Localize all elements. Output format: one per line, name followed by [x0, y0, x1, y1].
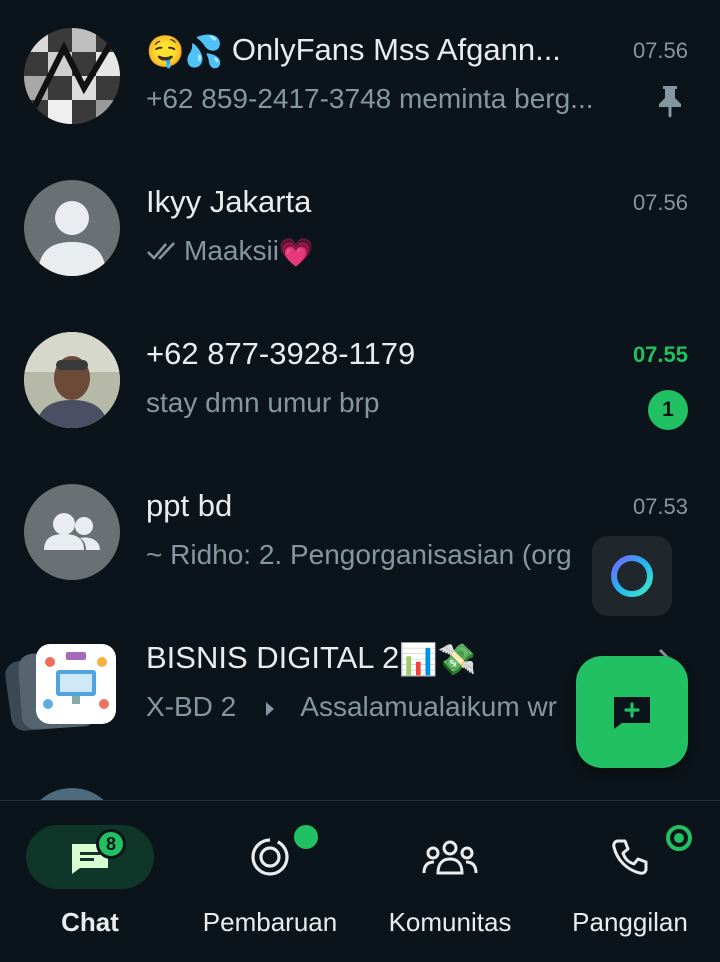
nav-icon-pill: 8 [26, 825, 154, 889]
nav-tab-communities[interactable]: Komunitas [360, 825, 540, 945]
nav-icon-pill [206, 825, 334, 889]
nav-label: Chat [61, 907, 119, 937]
community-avatar [36, 644, 116, 724]
nav-tab-updates[interactable]: Pembaruan [180, 825, 360, 945]
new-chat-icon [614, 697, 650, 729]
caret-right-icon [264, 690, 276, 728]
floating-assistant-widget[interactable] [592, 536, 672, 616]
unread-chats-badge: 8 [96, 829, 126, 859]
double-check-icon [146, 234, 180, 272]
avatar[interactable] [24, 484, 120, 580]
chat-preview: ~ Ridho: 2. Pengorganisasian (org [146, 539, 572, 570]
chat-preview: Maaksii💗 [146, 232, 626, 272]
pin-icon [656, 84, 684, 123]
nav-icon-pill [386, 825, 514, 889]
chat-row-ikyy[interactable]: Ikyy Jakarta Maaksii💗 07.56 [0, 152, 720, 304]
nav-icon-pill [566, 825, 694, 889]
chat-preview: stay dmn umur brp [146, 387, 380, 418]
nav-label: Pembaruan [202, 907, 338, 937]
community-avatar-stack[interactable] [3, 644, 118, 734]
chat-row-onlyfans[interactable]: 🤤💦 OnlyFans Mss Afgann... +62 859-2417-3… [0, 0, 720, 152]
avatar[interactable] [24, 180, 120, 276]
phone-icon [612, 839, 648, 875]
community-icon [422, 840, 478, 875]
group-icon [44, 513, 100, 550]
unread-count-badge: 1 [648, 390, 688, 430]
chat-time: 07.53 [632, 494, 688, 519]
name-emoji: 📊💸 [399, 641, 477, 677]
nav-label: Komunitas [388, 907, 512, 937]
bottom-navigation: 8 Chat Pembaruan Komunitas Panggilan [0, 801, 720, 962]
preview-emoji: 💗 [278, 236, 314, 268]
chat-name: Ikyy Jakarta [146, 184, 312, 219]
nav-label: Panggilan [572, 907, 688, 937]
chat-preview: X-BD 2 Assalamualaikum wr [146, 688, 576, 728]
chat-time: 07.56 [632, 38, 688, 63]
chat-time: 07.55 [632, 342, 688, 367]
new-updates-dot [294, 825, 318, 849]
avatar[interactable] [24, 332, 120, 428]
avatar[interactable] [24, 788, 120, 800]
chat-name: +62 877-3928-1179 [146, 336, 416, 371]
photo-avatar-image [24, 28, 120, 124]
chat-name: ppt bd [146, 488, 233, 523]
avatar[interactable] [24, 28, 120, 124]
status-icon [251, 838, 289, 876]
chat-name: BISNIS DIGITAL 2📊💸 [146, 638, 546, 680]
person-icon [38, 201, 106, 276]
nav-tab-chat[interactable]: 8 Chat [0, 825, 180, 945]
chat-preview: +62 859-2417-3748 meminta berg... [146, 83, 594, 114]
chat-name: 🤤💦 OnlyFans Mss Afgann... [146, 30, 606, 72]
photo-avatar-image [24, 332, 120, 428]
sub-group-name: X-BD 2 [146, 691, 237, 722]
chat-time: 07.56 [632, 190, 688, 215]
name-emoji: 🤤💦 [146, 33, 224, 69]
assistant-ring-icon [611, 555, 653, 597]
missed-call-dot [666, 825, 692, 851]
new-chat-button[interactable] [576, 656, 688, 768]
chat-row-phone-number[interactable]: +62 877-3928-1179 stay dmn umur brp 07.5… [0, 304, 720, 456]
nav-tab-calls[interactable]: Panggilan [540, 825, 720, 945]
